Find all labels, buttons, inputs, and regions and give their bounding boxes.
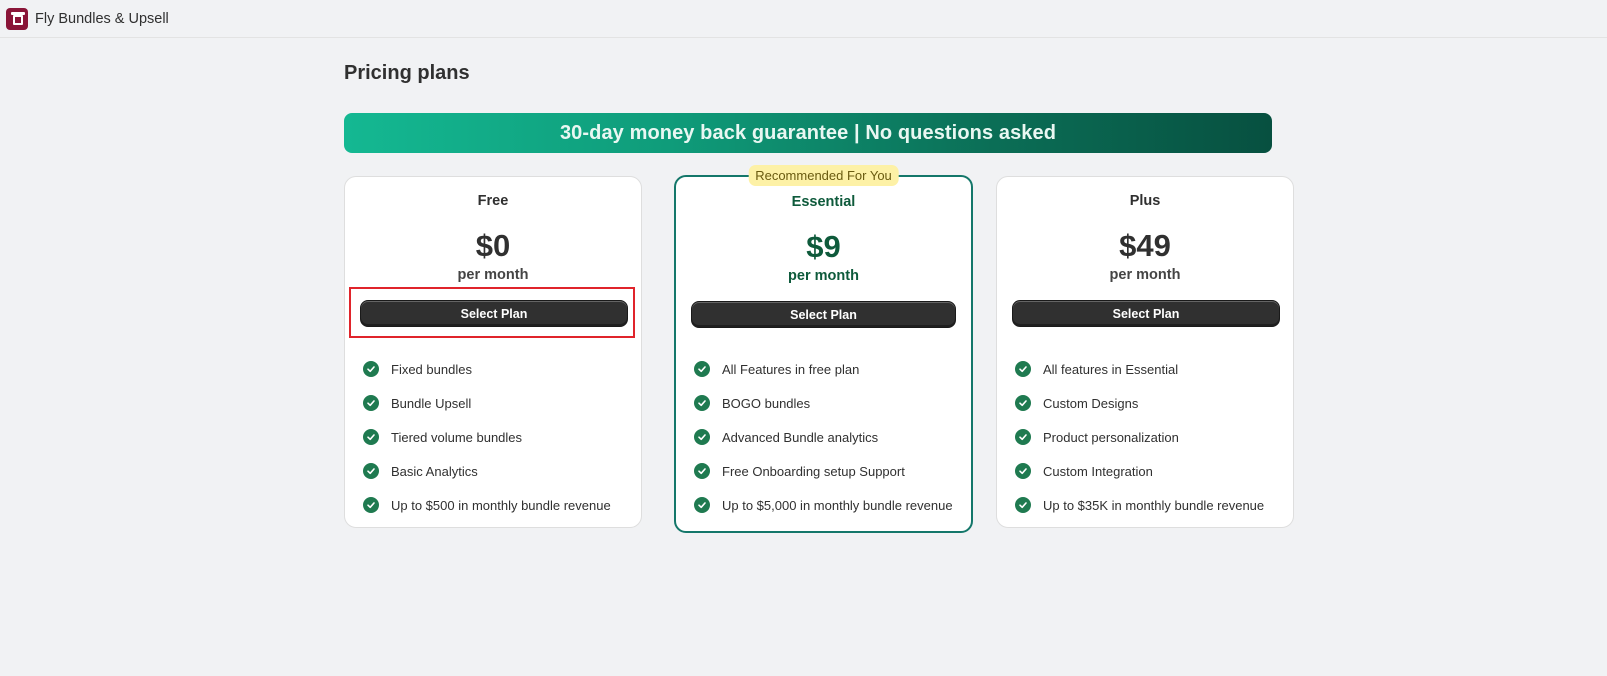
feature-item: Up to $35K in monthly bundle revenue (1015, 488, 1264, 522)
check-circle-icon (363, 429, 379, 445)
page-title: Pricing plans (344, 62, 470, 84)
check-circle-icon (694, 361, 710, 377)
select-plan-plus-button[interactable]: Select Plan (1012, 300, 1280, 327)
feature-label: Up to $500 in monthly bundle revenue (391, 497, 611, 513)
plan-price: $9 (806, 229, 841, 264)
top-bar: Fly Bundles & Upsell (0, 0, 1607, 38)
plan-card-essential: Recommended For You Essential $9 per mon… (674, 165, 973, 533)
check-circle-icon (1015, 463, 1031, 479)
check-circle-icon (1015, 361, 1031, 377)
feature-label: Fixed bundles (391, 361, 472, 377)
check-circle-icon (363, 463, 379, 479)
guarantee-banner-text: 30-day money back guarantee | No questio… (559, 121, 1057, 144)
feature-item: Bundle Upsell (363, 386, 611, 420)
feature-label: Product personalization (1043, 429, 1179, 445)
feature-label: Tiered volume bundles (391, 429, 523, 445)
feature-item: Free Onboarding setup Support (694, 454, 953, 488)
feature-item: Custom Designs (1015, 386, 1264, 420)
feature-label: All Features in free plan (722, 361, 860, 377)
plan-period: per month (1109, 267, 1181, 283)
feature-label: Up to $35K in monthly bundle revenue (1043, 497, 1265, 513)
feature-label: Up to $5,000 in monthly bundle revenue (722, 497, 953, 513)
plan-card-plus: Plus $49 per month Select Plan All featu… (996, 176, 1294, 528)
plan-period: per month (788, 268, 859, 284)
feature-item: Basic Analytics (363, 454, 611, 488)
feature-label: Free Onboarding setup Support (722, 463, 905, 479)
feature-item: Custom Integration (1015, 454, 1264, 488)
check-circle-icon (1015, 497, 1031, 513)
feature-item: Product personalization (1015, 420, 1264, 454)
feature-label: Custom Designs (1043, 395, 1139, 411)
feature-item: Tiered volume bundles (363, 420, 611, 454)
plan-card-free: Free $0 per month Select Plan Fixed bund… (344, 176, 642, 528)
feature-item: All Features in free plan (694, 352, 953, 386)
feature-list: All features in Essential Custom Designs… (1015, 352, 1264, 522)
app-logo-icon (6, 7, 28, 30)
plan-price: $49 (1119, 228, 1171, 263)
check-circle-icon (694, 395, 710, 411)
feature-list: All Features in free plan BOGO bundles A… (694, 352, 953, 522)
feature-item: Advanced Bundle analytics (694, 420, 953, 454)
feature-label: Advanced Bundle analytics (722, 429, 879, 445)
feature-item: Fixed bundles (363, 352, 611, 386)
feature-item: Up to $5,000 in monthly bundle revenue (694, 488, 953, 522)
feature-item: BOGO bundles (694, 386, 953, 420)
recommended-badge: Recommended For You (748, 165, 899, 186)
check-circle-icon (1015, 429, 1031, 445)
plan-name: Plus (1129, 193, 1161, 209)
feature-label: Basic Analytics (391, 463, 478, 479)
select-plan-free-button[interactable]: Select Plan (360, 300, 628, 327)
feature-label: BOGO bundles (722, 395, 811, 411)
feature-label: All features in Essential (1043, 361, 1179, 377)
feature-label: Bundle Upsell (391, 395, 472, 411)
plan-price: $0 (475, 228, 511, 263)
check-circle-icon (694, 497, 710, 513)
select-plan-essential-button[interactable]: Select Plan (691, 301, 956, 328)
feature-item: Up to $500 in monthly bundle revenue (363, 488, 611, 522)
check-circle-icon (694, 429, 710, 445)
check-circle-icon (694, 463, 710, 479)
app-title: Fly Bundles & Upsell (35, 10, 169, 27)
plan-name: Free (477, 193, 509, 209)
feature-item: All features in Essential (1015, 352, 1264, 386)
check-circle-icon (1015, 395, 1031, 411)
plan-name: Essential (791, 194, 856, 210)
check-circle-icon (363, 497, 379, 513)
check-circle-icon (363, 395, 379, 411)
feature-label: Custom Integration (1043, 463, 1153, 479)
check-circle-icon (363, 361, 379, 377)
plan-period: per month (457, 267, 529, 283)
feature-list: Fixed bundles Bundle Upsell Tiered volum… (363, 352, 611, 522)
guarantee-banner: 30-day money back guarantee | No questio… (344, 113, 1272, 153)
